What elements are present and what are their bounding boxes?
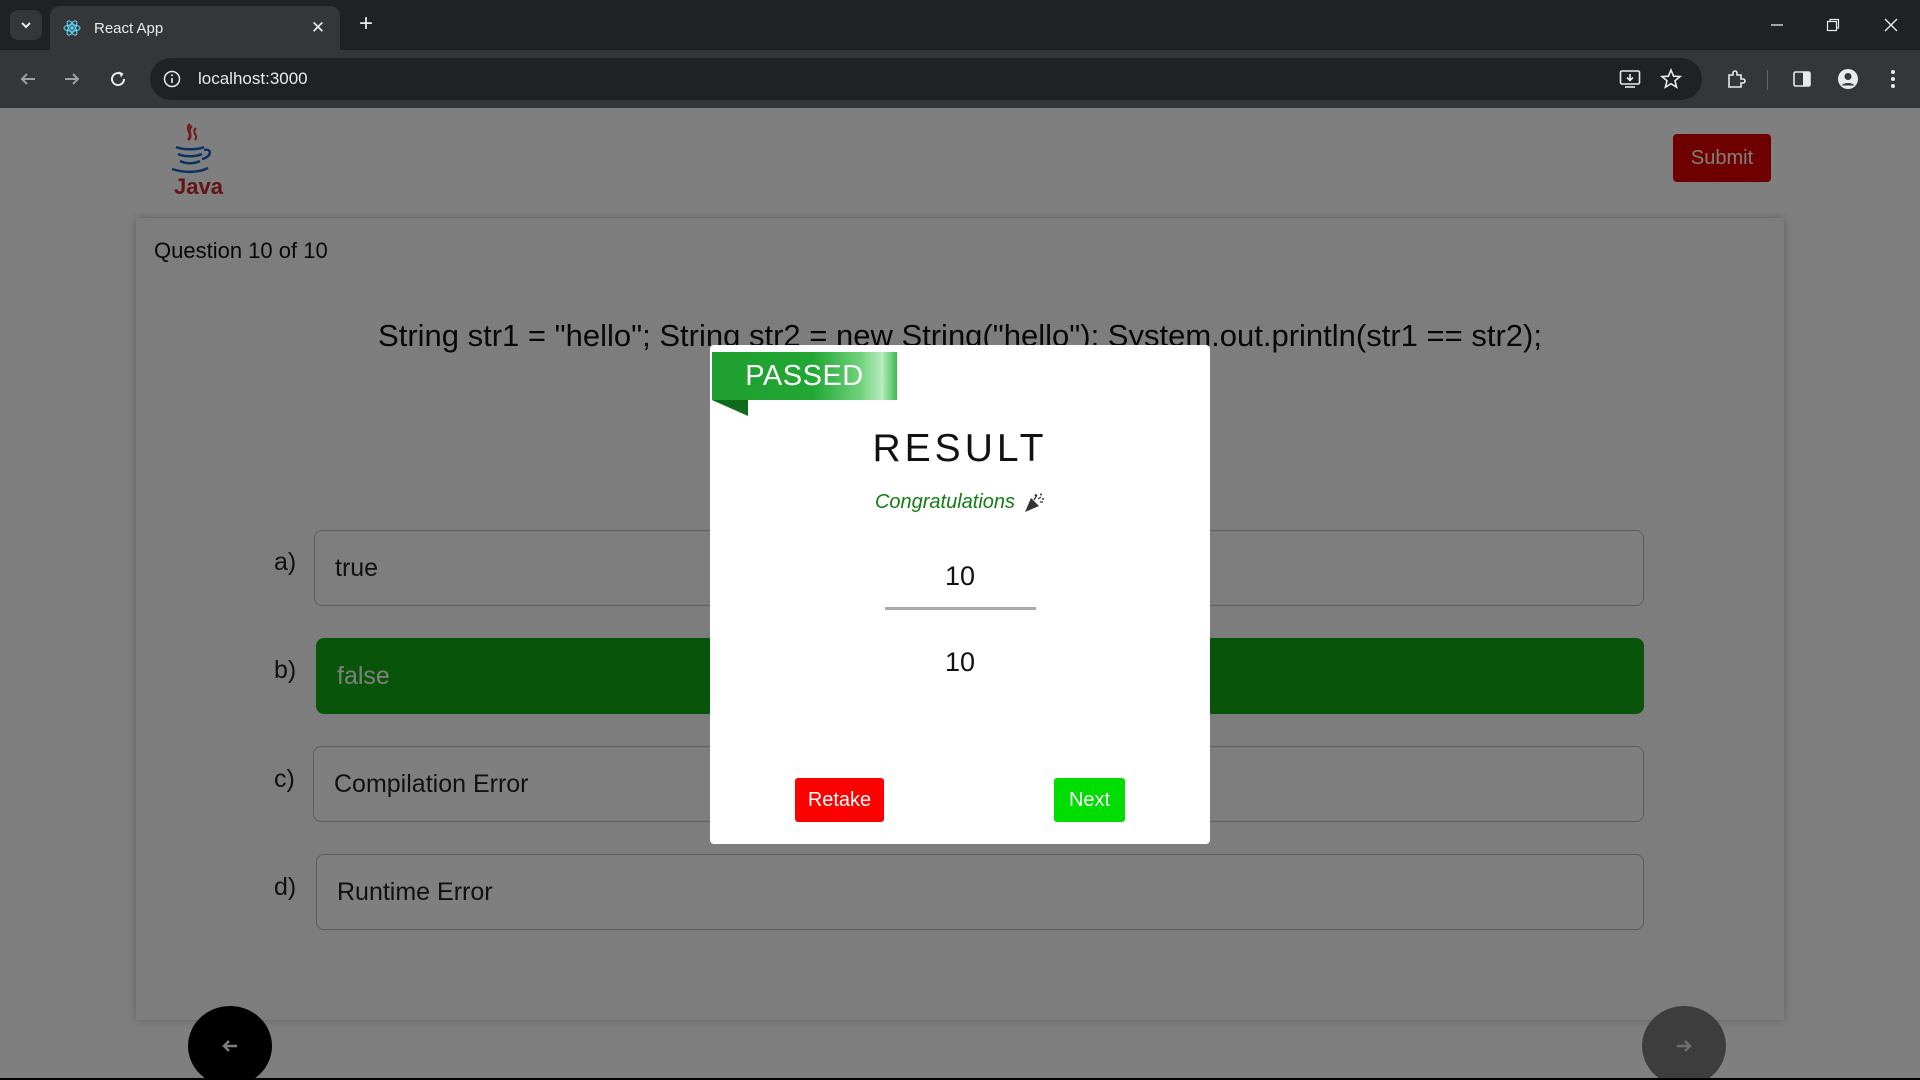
forward-button[interactable] [56, 63, 88, 95]
url-text[interactable]: localhost:3000 [198, 69, 308, 89]
browser-tab[interactable]: React App ✕ [50, 6, 340, 50]
new-tab-button[interactable]: + [352, 11, 380, 39]
address-bar[interactable]: localhost:3000 [150, 58, 1702, 100]
puzzle-icon [1728, 70, 1746, 88]
tab-search-button[interactable] [10, 10, 42, 40]
reload-button[interactable] [102, 63, 134, 95]
arrow-left-icon [20, 73, 35, 85]
more-vert-icon [1891, 70, 1895, 88]
tab-close-icon[interactable]: ✕ [308, 18, 328, 38]
side-panel-button[interactable] [1786, 63, 1818, 95]
toolbar-separator [1767, 70, 1768, 90]
reload-icon [111, 71, 126, 87]
congratulations-text: Congratulations [874, 491, 1016, 513]
install-app-icon[interactable] [1615, 64, 1645, 94]
restore-button[interactable] [1808, 8, 1858, 42]
result-modal: PASSED RESULT Congratulations 10 10 Reta… [710, 345, 1210, 844]
minimize-icon [1771, 24, 1783, 26]
badge-ribbon-fold [712, 400, 748, 416]
passed-badge: PASSED [712, 352, 897, 400]
arrow-right-icon [65, 73, 80, 85]
minimize-button[interactable] [1752, 8, 1802, 42]
browser-tab-bar: React App ✕ + [0, 0, 1920, 50]
score-divider [885, 607, 1036, 610]
close-icon [1884, 18, 1898, 32]
retake-button[interactable]: Retake [795, 778, 884, 822]
congratulations-message: Congratulations [710, 491, 1210, 514]
profile-icon [1838, 69, 1858, 89]
result-title: RESULT [872, 427, 1048, 470]
party-popper-icon [1023, 492, 1045, 514]
side-panel-icon [1793, 71, 1811, 87]
tab-title: React App [94, 19, 164, 37]
chevron-down-icon [21, 22, 31, 29]
bookmark-star-icon[interactable] [1656, 64, 1686, 94]
next-button[interactable]: Next [1054, 778, 1125, 822]
page-viewport: Java Submit Question 10 of 10 String str… [0, 108, 1920, 1078]
site-info-icon[interactable] [162, 69, 182, 89]
extensions-button[interactable] [1720, 63, 1752, 95]
close-window-button[interactable] [1866, 8, 1916, 42]
browser-menu-button[interactable] [1877, 63, 1909, 95]
profile-button[interactable] [1832, 63, 1864, 95]
back-button[interactable] [12, 63, 44, 95]
score-value: 10 [944, 561, 976, 591]
restore-icon [1826, 18, 1840, 32]
browser-toolbar: localhost:3000 [0, 50, 1920, 108]
react-icon [63, 20, 81, 36]
total-value: 10 [944, 647, 976, 677]
